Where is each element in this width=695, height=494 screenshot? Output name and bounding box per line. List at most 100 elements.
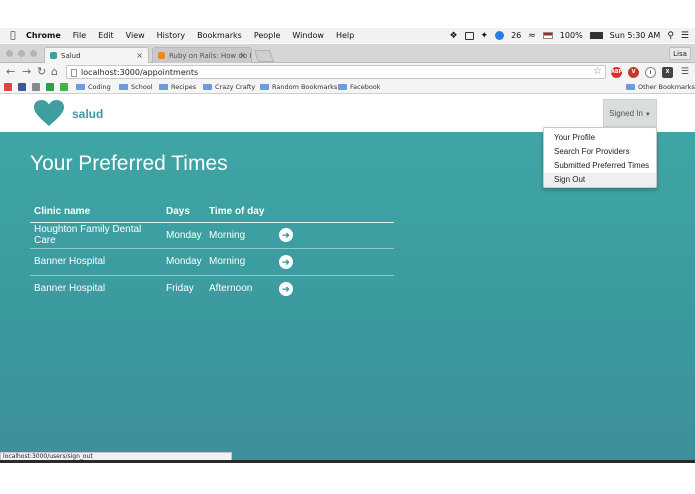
bookmark-label: Facebook [350, 83, 381, 91]
brand-name[interactable]: salud [72, 107, 103, 121]
bookmark-random[interactable]: Random Bookmarks [260, 83, 337, 91]
action-cell: ➔ [271, 248, 394, 276]
close-window-button[interactable] [6, 50, 13, 57]
menu-chrome[interactable]: Chrome [26, 31, 61, 40]
zoom-window-button[interactable] [30, 50, 37, 57]
mac-menubar:  Chrome File Edit View History Bookmark… [0, 28, 695, 43]
dropbox-icon[interactable]: ❖ [449, 31, 457, 41]
apple-icon[interactable]:  [0, 31, 26, 41]
bookmark-other[interactable]: Other Bookmarks [626, 83, 695, 91]
search-icon[interactable]: ⚲ [667, 31, 674, 41]
bird-icon[interactable]: ✦ [481, 31, 489, 41]
folder-icon [203, 84, 212, 90]
arrow-right-circle-icon[interactable]: ➔ [279, 228, 293, 243]
folder-icon [626, 84, 635, 90]
heart-logo-icon[interactable] [33, 99, 65, 127]
table-header-row: Clinic name Days Time of day [30, 202, 394, 223]
flag-icon[interactable] [542, 32, 553, 39]
clock[interactable]: Sun 5:30 AM [610, 31, 661, 40]
bookmark-icon[interactable] [46, 83, 54, 91]
facebook-icon[interactable] [18, 83, 26, 91]
info-icon[interactable]: i [645, 67, 656, 78]
salud-favicon-icon [50, 52, 57, 59]
bookmark-recipes[interactable]: Recipes [159, 83, 196, 91]
menu-help[interactable]: Help [336, 31, 354, 40]
bookmarks-bar: Coding School Recipes Crazy Crafty Rando… [0, 81, 695, 94]
signed-in-dropdown-menu: Your Profile Search For Providers Submit… [543, 127, 657, 188]
clinic-cell: Banner Hospital [30, 248, 162, 276]
menu-view[interactable]: View [126, 31, 145, 40]
screen:  Chrome File Edit View History Bookmark… [0, 0, 695, 494]
extension-x-icon[interactable]: X [662, 67, 673, 78]
adblock-icon[interactable]: ABP [611, 67, 622, 78]
menu-people[interactable]: People [254, 31, 281, 40]
menu-item-submitted-times[interactable]: Submitted Preferred Times [544, 159, 656, 173]
caret-down-icon: ▼ [644, 112, 651, 118]
arrow-right-circle-icon[interactable]: ➔ [279, 254, 293, 269]
x-badge-icon[interactable] [495, 31, 505, 40]
menu-edit[interactable]: Edit [98, 31, 114, 40]
bookmark-facebook[interactable]: Facebook [338, 83, 381, 91]
profile-button[interactable]: Lisa [669, 47, 691, 60]
table-row: Banner Hospital Friday Afternoon ➔ [30, 275, 394, 302]
signed-in-dropdown-button[interactable]: Signed In ▼ [603, 99, 657, 127]
bookmark-label: Recipes [171, 83, 197, 91]
column-header-empty [271, 202, 394, 223]
bookmark-school[interactable]: School [119, 83, 153, 91]
close-tab-icon[interactable]: × [239, 51, 246, 60]
window-icon[interactable] [464, 31, 474, 40]
menu-icon[interactable]: ☰ [681, 67, 689, 77]
clinic-cell: Banner Hospital [34, 283, 106, 294]
close-tab-icon[interactable]: × [136, 51, 143, 60]
bookmark-icon[interactable] [60, 83, 68, 91]
battery-icon[interactable] [589, 32, 603, 39]
gmail-icon[interactable] [4, 83, 12, 91]
wifi-icon[interactable]: ≈ [528, 31, 536, 41]
menu-item-your-profile[interactable]: Your Profile [544, 131, 656, 145]
minimize-window-button[interactable] [18, 50, 25, 57]
clinic-cell: Houghton Family Dental Care [30, 222, 162, 249]
tab-stackoverflow[interactable]: Ruby on Rails: How do I alt × [152, 47, 252, 63]
page-title: Your Preferred Times [30, 152, 228, 175]
menu-item-sign-out[interactable]: Sign Out [544, 173, 656, 187]
column-header: Days [162, 202, 205, 223]
bookmark-icon[interactable] [32, 83, 40, 91]
forward-icon[interactable]: → [22, 65, 31, 78]
page-icon [71, 69, 77, 77]
folder-icon [260, 84, 269, 90]
day-cell: Monday [162, 248, 205, 276]
tab-salud[interactable]: Salud × [44, 47, 149, 63]
bookmark-crazy-crafty[interactable]: Crazy Crafty [203, 83, 255, 91]
tab-strip: Salud × Ruby on Rails: How do I alt × Li… [0, 44, 695, 63]
folder-icon [119, 84, 128, 90]
star-icon[interactable]: ☆ [593, 66, 602, 77]
list-icon[interactable]: ☰ [681, 31, 689, 41]
menu-history[interactable]: History [157, 31, 185, 40]
bookmark-label: Random Bookmarks [272, 83, 338, 91]
stackoverflow-favicon-icon [158, 52, 165, 59]
menu-file[interactable]: File [73, 31, 86, 40]
new-tab-button[interactable] [253, 50, 275, 62]
table-row: Banner Hospital Monday Morning ➔ [30, 248, 394, 276]
action-cell: ➔ [271, 222, 394, 249]
column-header: Time of day [205, 202, 271, 223]
address-bar[interactable]: localhost:3000/appointments ☆ [66, 65, 606, 79]
bookmark-label: Crazy Crafty [215, 83, 256, 91]
menu-item-search-providers[interactable]: Search For Providers [544, 145, 656, 159]
menu-window[interactable]: Window [292, 31, 324, 40]
bookmark-coding[interactable]: Coding [76, 83, 111, 91]
menubar-status-area: ❖ ✦ 26 ≈ 100% Sun 5:30 AM ⚲ ☰ [449, 28, 689, 43]
home-icon[interactable]: ⌂ [51, 65, 58, 78]
menu-bookmarks[interactable]: Bookmarks [197, 31, 242, 40]
tab-title: Salud [61, 52, 81, 60]
column-header: Clinic name [30, 202, 162, 223]
extension-icon[interactable]: V [628, 67, 639, 78]
back-icon[interactable]: ← [6, 65, 15, 78]
action-cell: ➔ [271, 275, 394, 302]
folder-icon [76, 84, 85, 90]
url-text: localhost:3000/appointments [81, 68, 199, 77]
reload-icon[interactable]: ↻ [37, 65, 46, 78]
arrow-right-circle-icon[interactable]: ➔ [279, 281, 293, 296]
window-bottom-edge [0, 460, 695, 463]
day-cell: Friday [166, 283, 194, 294]
